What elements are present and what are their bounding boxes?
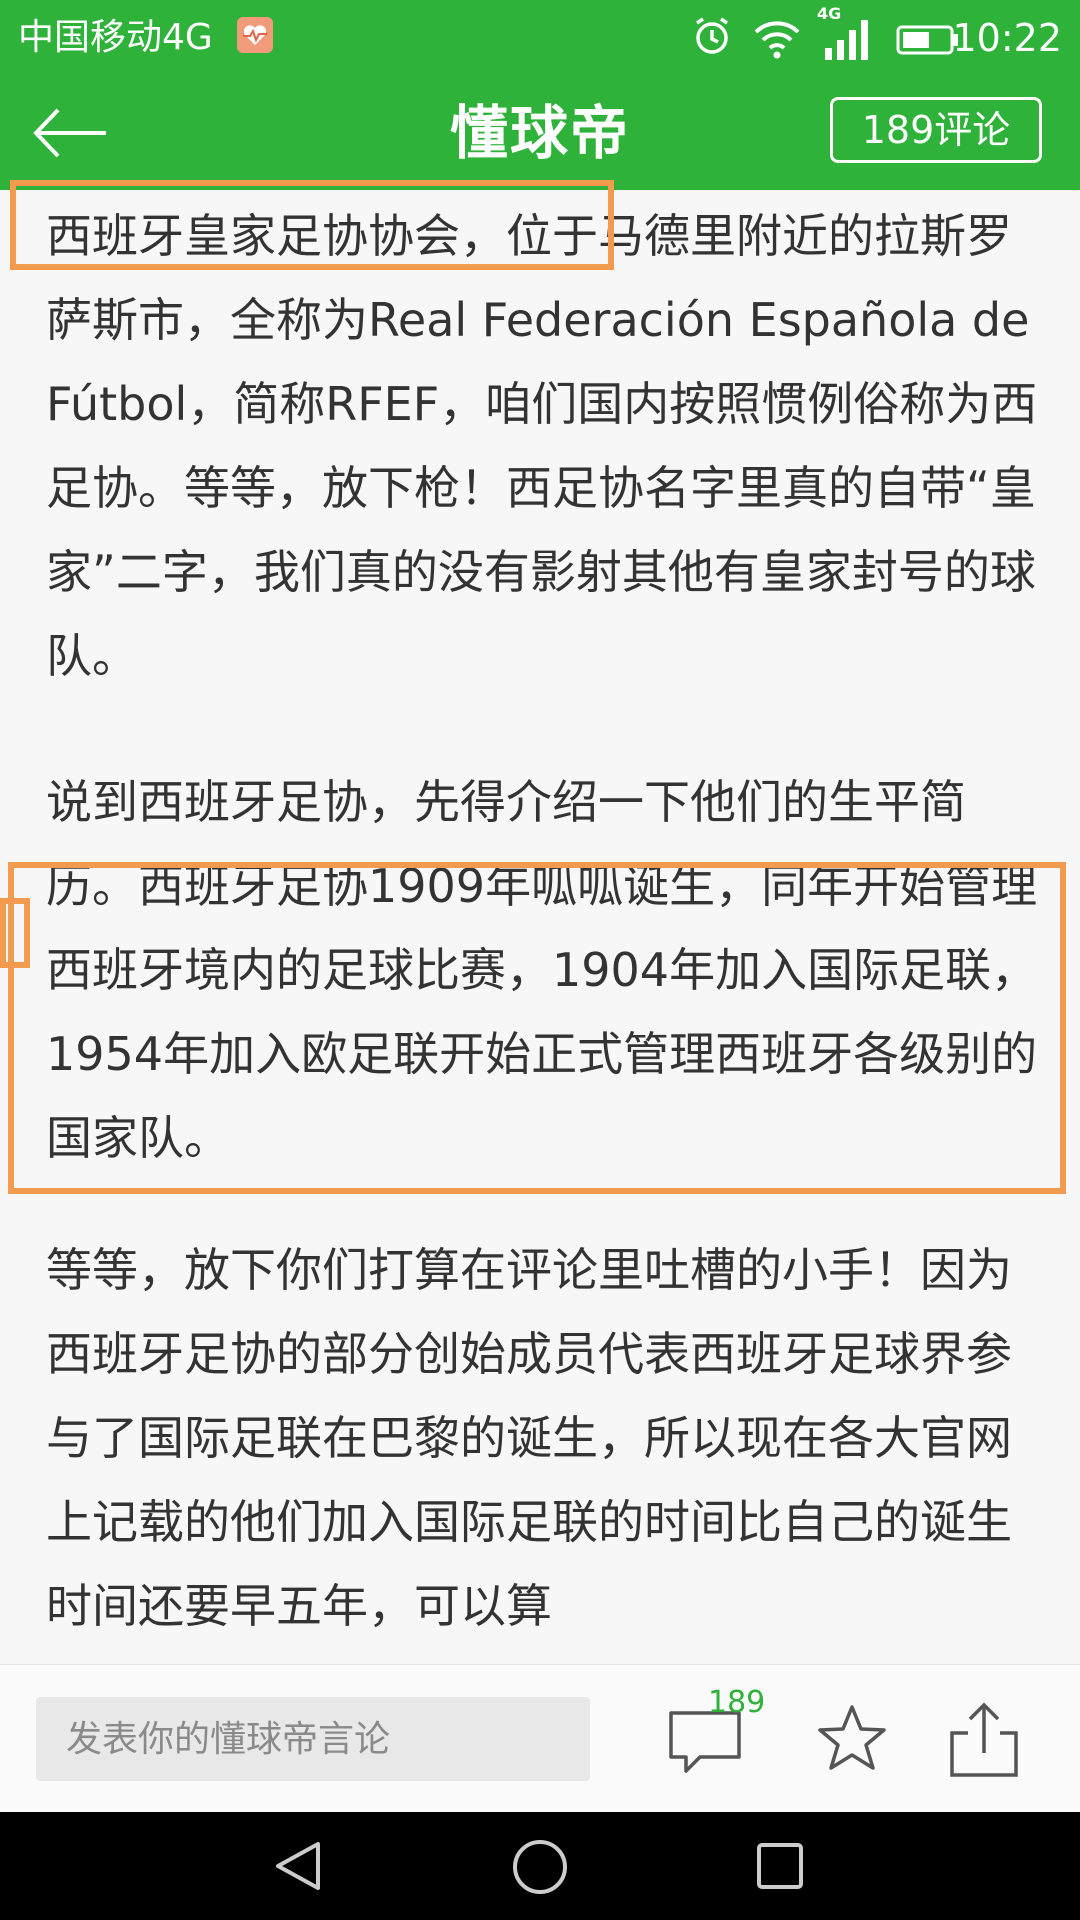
- carrier-label: 中国移动4G: [18, 17, 213, 58]
- share-icon: [950, 1702, 1018, 1777]
- comments-count-button[interactable]: 189评论: [830, 97, 1042, 163]
- star-icon: [818, 1705, 886, 1770]
- network-type-label: 4G: [817, 4, 842, 23]
- comment-input[interactable]: [36, 1697, 590, 1781]
- article-body: 西班牙皇家足协协会，位于马德里附近的拉斯罗萨斯市，全称为Real Federac…: [0, 190, 1080, 1664]
- nav-back-button[interactable]: [270, 1838, 326, 1894]
- article-paragraph: 说到西班牙足协，先得介绍一下他们的生平简历。西班牙足协1909年呱呱诞生，同年开…: [46, 775, 1038, 1165]
- bottom-action-bar: 189: [0, 1664, 1080, 1813]
- alarm-clock-icon: [690, 14, 734, 62]
- cell-signal-icon: 4G: [817, 4, 875, 70]
- system-navigation-bar: [0, 1812, 1080, 1920]
- share-button[interactable]: [946, 1693, 1022, 1783]
- comment-count-badge: 189: [708, 1685, 766, 1720]
- battery-icon: [896, 24, 960, 60]
- clock-time: 10:22: [952, 16, 1062, 60]
- favorite-button[interactable]: [815, 1693, 889, 1783]
- app-header: 中国移动4G 4G 10:22 懂球帝 189评论: [0, 0, 1080, 190]
- health-app-icon: [237, 17, 273, 53]
- article-paragraph: 等等，放下你们打算在评论里吐槽的小手！因为西班牙足协的部分创始成员代表西班牙足球…: [46, 1243, 1012, 1633]
- status-bar: 中国移动4G 4G 10:22: [0, 0, 1080, 76]
- nav-home-icon: [513, 1840, 567, 1894]
- nav-home-button[interactable]: [511, 1838, 569, 1896]
- nav-recent-apps-button[interactable]: [754, 1840, 806, 1892]
- article-paragraph: 西班牙皇家足协协会，位于马德里附近的拉斯罗萨斯市，全称为Real Federac…: [46, 209, 1038, 683]
- nav-recent-apps-icon: [757, 1843, 803, 1889]
- comment-list-button[interactable]: 189: [664, 1685, 765, 1791]
- nav-back-icon: [276, 1842, 320, 1890]
- app-bar: 懂球帝 189评论: [0, 76, 1080, 190]
- wifi-icon: [752, 10, 802, 66]
